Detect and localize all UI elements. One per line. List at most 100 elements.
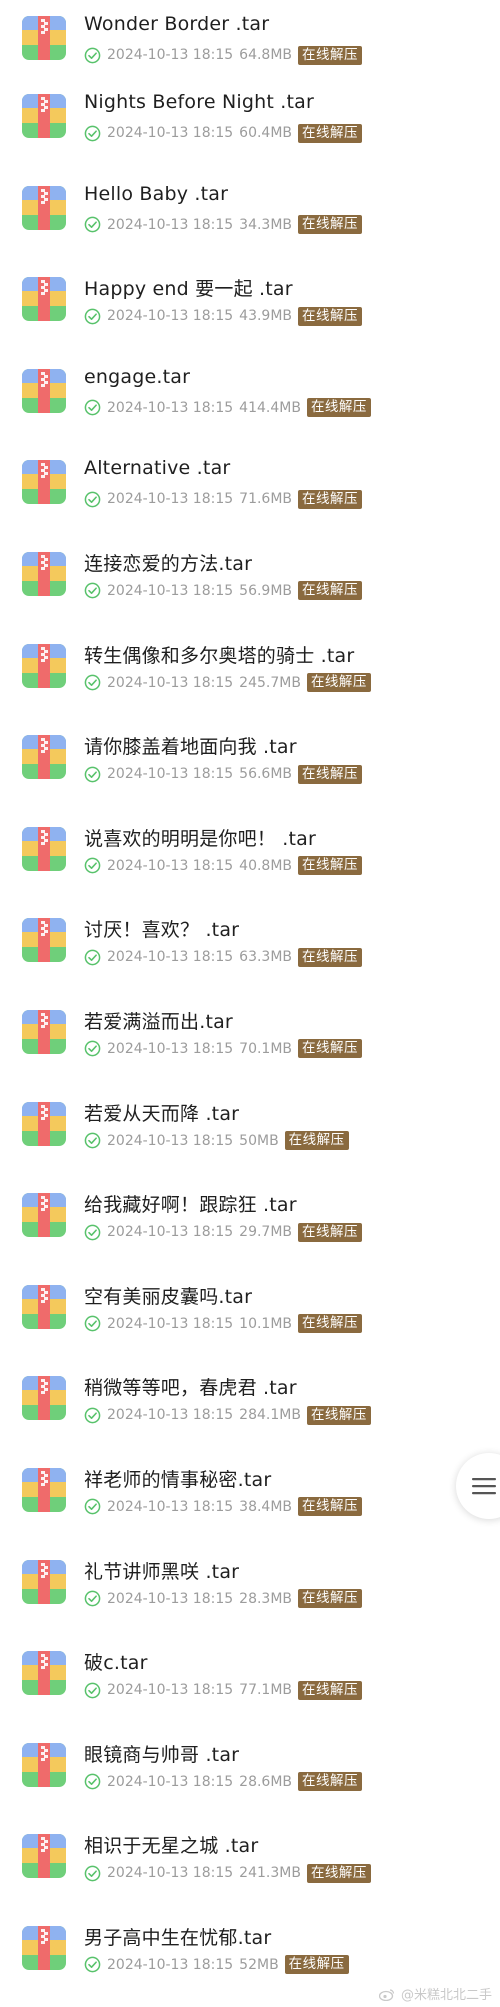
file-row[interactable]: 若爱满溢而出.tar 2024-10-13 18:15 70.1MB 在线解压 xyxy=(0,994,500,1086)
unzip-online-button[interactable]: 在线解压 xyxy=(298,1314,363,1334)
unzip-online-button[interactable]: 在线解压 xyxy=(306,1405,371,1425)
file-meta: 2024-10-13 18:15 284.1MB 在线解压 xyxy=(84,1405,371,1425)
file-size: 10.1MB xyxy=(239,1315,293,1332)
file-row[interactable]: engage.tar 2024-10-13 18:15 414.4MB 在线解压 xyxy=(0,353,500,445)
file-name: Wonder Border .tar xyxy=(84,13,270,35)
file-row[interactable]: 稍微等等吧，春虎君 .tar 2024-10-13 18:15 284.1MB … xyxy=(0,1360,500,1452)
file-name: 男子高中生在忧郁.tar xyxy=(84,1926,272,1949)
unzip-online-button[interactable]: 在线解压 xyxy=(298,1039,363,1059)
file-row[interactable]: 祥老师的情事秘密.tar 2024-10-13 18:15 38.4MB 在线解… xyxy=(0,1452,500,1544)
check-circle-icon xyxy=(84,1315,101,1332)
file-name: 转生偶像和多尔奥塔的骑士 .tar xyxy=(84,644,355,667)
file-meta: 2024-10-13 18:15 29.7MB 在线解压 xyxy=(84,1222,363,1242)
check-circle-icon xyxy=(84,491,101,508)
check-circle-icon xyxy=(84,674,101,691)
file-row[interactable]: 说喜欢的明明是你吧！ .tar 2024-10-13 18:15 40.8MB … xyxy=(0,811,500,903)
unzip-online-button[interactable]: 在线解压 xyxy=(298,581,363,601)
check-circle-icon xyxy=(84,1957,101,1973)
file-date: 2024-10-13 18:15 xyxy=(107,1956,234,1973)
unzip-online-button[interactable]: 在线解压 xyxy=(306,673,371,693)
unzip-online-button[interactable]: 在线解压 xyxy=(298,947,363,967)
file-name: Nights Before Night .tar xyxy=(84,91,314,113)
archive-file-icon xyxy=(22,16,66,60)
check-circle-icon xyxy=(84,1132,101,1149)
file-row[interactable]: Nights Before Night .tar 2024-10-13 18:1… xyxy=(0,78,500,170)
check-circle-icon xyxy=(84,949,101,966)
archive-file-icon xyxy=(22,1925,66,1970)
check-circle-icon xyxy=(84,47,101,63)
watermark: @米糕北北二手 xyxy=(378,1984,492,2003)
file-size: 43.9MB xyxy=(239,308,293,325)
unzip-online-button[interactable]: 在线解压 xyxy=(298,215,363,235)
unzip-online-button[interactable]: 在线解压 xyxy=(298,856,363,876)
file-name: 讨厌！喜欢？ .tar xyxy=(84,919,240,942)
archive-file-icon xyxy=(22,551,66,596)
file-size: 28.6MB xyxy=(239,1773,293,1790)
file-row[interactable]: 若爱从天而降 .tar 2024-10-13 18:15 50MB 在线解压 xyxy=(0,1086,500,1178)
check-circle-icon xyxy=(84,399,101,416)
archive-file-icon xyxy=(22,368,66,413)
file-name: engage.tar xyxy=(84,365,191,388)
check-circle-icon xyxy=(84,1773,101,1790)
file-date: 2024-10-13 18:15 xyxy=(107,399,234,416)
unzip-online-button[interactable]: 在线解压 xyxy=(298,306,363,326)
unzip-online-button[interactable]: 在线解压 xyxy=(298,1497,363,1517)
check-circle-icon xyxy=(84,125,101,141)
unzip-online-button[interactable]: 在线解压 xyxy=(306,1863,371,1883)
archive-file-icon xyxy=(22,918,66,963)
unzip-online-button[interactable]: 在线解压 xyxy=(298,123,363,143)
unzip-online-button[interactable]: 在线解压 xyxy=(298,1680,363,1700)
file-meta: 2024-10-13 18:15 56.9MB 在线解压 xyxy=(84,581,363,601)
file-name: Happy end 要一起 .tar xyxy=(84,278,293,301)
unzip-online-button[interactable]: 在线解压 xyxy=(298,764,363,784)
file-name: 若爱满溢而出.tar xyxy=(84,1010,233,1033)
check-circle-icon xyxy=(84,1499,101,1515)
file-row[interactable]: Happy end 要一起 .tar 2024-10-13 18:15 43.9… xyxy=(0,261,500,353)
file-date: 2024-10-13 18:15 xyxy=(107,857,234,874)
file-meta: 2024-10-13 18:15 414.4MB 在线解压 xyxy=(84,398,371,418)
check-circle-icon xyxy=(84,1041,101,1057)
file-row[interactable]: Alternative .tar 2024-10-13 18:15 71.6MB… xyxy=(0,444,500,536)
file-row[interactable]: 给我藏好啊！跟踪狂 .tar 2024-10-13 18:15 29.7MB 在… xyxy=(0,1177,500,1269)
file-row[interactable]: Hello Baby .tar 2024-10-13 18:15 34.3MB … xyxy=(0,170,500,262)
file-row[interactable]: 相识于无星之城 .tar 2024-10-13 18:15 241.3MB 在线… xyxy=(0,1818,500,1910)
file-row[interactable]: 连接恋爱的方法.tar 2024-10-13 18:15 56.9MB 在线解压 xyxy=(0,536,500,628)
file-row[interactable]: 眼镜商与帅哥 .tar 2024-10-13 18:15 28.6MB 在线解压 xyxy=(0,1727,500,1819)
file-size: 28.3MB xyxy=(239,1590,293,1607)
file-row[interactable]: 讨厌！喜欢？ .tar 2024-10-13 18:15 63.3MB 在线解压 xyxy=(0,902,500,994)
file-size: 284.1MB xyxy=(239,1407,301,1424)
file-meta: 2024-10-13 18:15 50MB 在线解压 xyxy=(84,1131,349,1151)
unzip-online-button[interactable]: 在线解压 xyxy=(284,1955,349,1975)
file-size: 245.7MB xyxy=(239,674,301,691)
unzip-online-button[interactable]: 在线解压 xyxy=(298,489,363,509)
unzip-online-button[interactable]: 在线解压 xyxy=(306,398,371,418)
file-date: 2024-10-13 18:15 xyxy=(107,1773,234,1790)
file-size: 63.3MB xyxy=(239,949,293,966)
file-name: 祥老师的情事秘密.tar xyxy=(84,1468,272,1491)
check-circle-icon xyxy=(84,1224,101,1240)
unzip-online-button[interactable]: 在线解压 xyxy=(298,1772,363,1792)
check-circle-icon xyxy=(84,857,101,874)
unzip-online-button[interactable]: 在线解压 xyxy=(298,1222,363,1242)
file-row[interactable]: Wonder Border .tar 2024-10-13 18:15 64.8… xyxy=(0,0,500,78)
file-name: 连接恋爱的方法.tar xyxy=(84,552,253,575)
unzip-online-button[interactable]: 在线解压 xyxy=(298,45,363,65)
file-meta: 2024-10-13 18:15 34.3MB 在线解压 xyxy=(84,215,363,235)
unzip-online-button[interactable]: 在线解压 xyxy=(284,1131,349,1151)
file-date: 2024-10-13 18:15 xyxy=(107,1224,234,1241)
file-row[interactable]: 空有美丽皮囊吗.tar 2024-10-13 18:15 10.1MB 在线解压 xyxy=(0,1269,500,1361)
unzip-online-button[interactable]: 在线解压 xyxy=(298,1589,363,1608)
file-size: 34.3MB xyxy=(239,216,293,233)
file-row[interactable]: 礼节讲师黑咲 .tar 2024-10-13 18:15 28.3MB 在线解压 xyxy=(0,1544,500,1636)
file-name: 给我藏好啊！跟踪狂 .tar xyxy=(84,1194,297,1217)
archive-file-icon xyxy=(22,1376,66,1421)
file-meta: 2024-10-13 18:15 77.1MB 在线解压 xyxy=(84,1680,363,1700)
file-meta: 2024-10-13 18:15 40.8MB 在线解压 xyxy=(84,856,363,876)
file-meta: 2024-10-13 18:15 245.7MB 在线解压 xyxy=(84,673,371,693)
file-date: 2024-10-13 18:15 xyxy=(107,1040,234,1057)
file-row[interactable]: 转生偶像和多尔奥塔的骑士 .tar 2024-10-13 18:15 245.7… xyxy=(0,628,500,720)
archive-file-icon xyxy=(22,1651,66,1696)
archive-file-icon xyxy=(22,1559,66,1604)
file-row[interactable]: 请你膝盖着地面向我 .tar 2024-10-13 18:15 56.6MB 在… xyxy=(0,719,500,811)
file-row[interactable]: 破c.tar 2024-10-13 18:15 77.1MB 在线解压 xyxy=(0,1635,500,1727)
